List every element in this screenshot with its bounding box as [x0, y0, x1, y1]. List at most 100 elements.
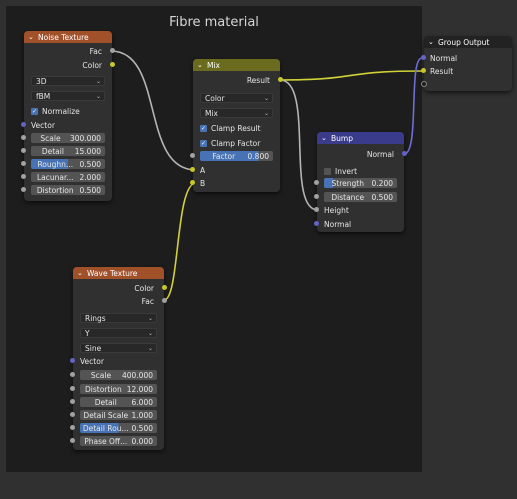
dropdown-value: Color	[205, 94, 225, 103]
input-result-label: Result	[430, 66, 454, 76]
socket-strength[interactable]	[314, 180, 319, 185]
socket-roughness[interactable]	[21, 161, 26, 166]
output-fac-label: Fac	[89, 46, 102, 56]
input-height-label: Height	[324, 205, 349, 215]
distance-field[interactable]: Distance 0.500	[324, 192, 397, 202]
socket-distance[interactable]	[314, 194, 319, 199]
node-title: Mix	[207, 60, 220, 70]
field-value: 6.000	[131, 397, 153, 407]
detail-roughness-field[interactable]: Detail Rou... 0.500	[80, 423, 157, 433]
node-title: Noise Texture	[38, 32, 89, 42]
field-label: Detail Rou...	[82, 423, 129, 433]
socket-vector[interactable]	[70, 358, 75, 363]
chevron-down-icon[interactable]: ⌄	[197, 61, 205, 69]
wave-texture-header[interactable]: ⌄ Wave Texture	[73, 267, 164, 279]
input-normal-label: Normal	[430, 53, 458, 63]
clamp-factor-checkbox[interactable]: ✓ Clamp Factor	[200, 139, 260, 148]
socket-scale[interactable]	[70, 372, 75, 377]
blend-mode-dropdown[interactable]: Mix ⌄	[200, 108, 273, 118]
field-value: 0.500	[79, 185, 101, 195]
mix-header[interactable]: ⌄ Mix	[193, 59, 280, 71]
field-label: Strength	[331, 178, 364, 188]
noise-texture-header[interactable]: ⌄ Noise Texture	[24, 31, 112, 43]
socket-color[interactable]	[162, 285, 167, 290]
wave-texture-node[interactable]: ⌄ Wave Texture Color Fac Rings ⌄ Y ⌄ Sine ⌄…	[70, 267, 167, 450]
socket-vector[interactable]	[21, 122, 26, 127]
socket-empty[interactable]	[421, 81, 427, 87]
group-output-node[interactable]: ⌄ Group Output Normal Result	[421, 36, 512, 91]
profile-dropdown[interactable]: Sine ⌄	[80, 343, 157, 353]
bump-node[interactable]: ⌄ Bump Normal Invert Strength 0.200 Dista…	[314, 132, 407, 232]
socket-lacunarity[interactable]	[21, 174, 26, 179]
socket-detail-scale[interactable]	[70, 412, 75, 417]
noise-type-dropdown[interactable]: fBM ⌄	[31, 91, 105, 101]
bump-header[interactable]: ⌄ Bump	[317, 132, 404, 144]
field-value: 15.000	[74, 146, 101, 156]
socket-distortion[interactable]	[70, 386, 75, 391]
field-label: Factor	[212, 151, 236, 161]
socket-a[interactable]	[190, 167, 195, 172]
dropdown-value: Mix	[205, 109, 218, 118]
dropdown-value: Y	[85, 329, 90, 338]
socket-detail[interactable]	[21, 148, 26, 153]
scale-field[interactable]: Scale 300.000	[31, 133, 105, 143]
data-type-dropdown[interactable]: Color ⌄	[200, 93, 273, 103]
socket-normal-in[interactable]	[314, 221, 319, 226]
socket-phase-offset[interactable]	[70, 438, 75, 443]
socket-b[interactable]	[190, 180, 195, 185]
chevron-down-icon: ⌄	[95, 93, 101, 100]
socket-detail[interactable]	[70, 399, 75, 404]
output-normal-label: Normal	[366, 149, 394, 159]
normalize-checkbox[interactable]: ✓ Normalize	[31, 107, 80, 116]
socket-distortion[interactable]	[21, 187, 26, 192]
distortion-field[interactable]: Distortion 12.000	[80, 384, 157, 394]
field-value: 0.500	[79, 159, 101, 169]
input-vector-label: Vector	[31, 120, 55, 130]
detail-scale-field[interactable]: Detail Scale 1.000	[80, 410, 157, 420]
mix-node[interactable]: ⌄ Mix Result Color ⌄ Mix ⌄ ✓ Clamp Result ✓…	[190, 59, 283, 192]
socket-color[interactable]	[110, 62, 115, 67]
socket-result[interactable]	[278, 77, 283, 82]
socket-fac[interactable]	[110, 48, 115, 53]
socket-normal-out[interactable]	[402, 151, 407, 156]
socket-fac[interactable]	[162, 298, 167, 303]
phase-offset-field[interactable]: Phase Off... 0.000	[80, 436, 157, 446]
checkbox-label: Clamp Factor	[211, 139, 261, 148]
socket-result[interactable]	[421, 68, 426, 73]
socket-detail-roughness[interactable]	[70, 425, 75, 430]
node-title: Bump	[331, 133, 353, 143]
scale-field[interactable]: Scale 400.000	[80, 370, 157, 380]
noise-texture-node[interactable]: ⌄ Noise Texture Fac Color 3D ⌄ fBM ⌄ ✓ Norm…	[21, 31, 115, 201]
factor-field[interactable]: Factor 0.800	[200, 151, 273, 161]
socket-factor[interactable]	[190, 153, 195, 158]
chevron-down-icon[interactable]: ⌄	[428, 38, 436, 46]
clamp-result-checkbox[interactable]: ✓ Clamp Result	[200, 124, 261, 133]
wave-type-dropdown[interactable]: Rings ⌄	[80, 313, 157, 323]
node-title: Wave Texture	[87, 268, 138, 278]
direction-dropdown[interactable]: Y ⌄	[80, 328, 157, 338]
socket-normal[interactable]	[421, 55, 426, 60]
dimensions-dropdown[interactable]: 3D ⌄	[31, 76, 105, 86]
output-result-label: Result	[246, 75, 270, 85]
distortion-field[interactable]: Distortion 0.500	[31, 185, 105, 195]
input-b-label: B	[200, 178, 206, 188]
lacunarity-field[interactable]: Lacunar... 2.000	[31, 172, 105, 182]
strength-field[interactable]: Strength 0.200	[324, 178, 397, 188]
chevron-down-icon[interactable]: ⌄	[28, 33, 36, 41]
detail-field[interactable]: Detail 6.000	[80, 397, 157, 407]
detail-field[interactable]: Detail 15.000	[31, 146, 105, 156]
socket-scale[interactable]	[21, 135, 26, 140]
chevron-down-icon[interactable]: ⌄	[321, 134, 329, 142]
field-label: Detail	[94, 397, 117, 407]
group-output-header[interactable]: ⌄ Group Output	[424, 36, 512, 48]
invert-checkbox[interactable]: Invert	[324, 167, 357, 176]
checkmark-icon: ✓	[31, 108, 38, 115]
field-value: 0.800	[247, 151, 269, 161]
roughness-field[interactable]: Roughn... 0.500	[31, 159, 105, 169]
field-label: Distortion	[36, 185, 74, 195]
chevron-down-icon[interactable]: ⌄	[77, 269, 85, 277]
dropdown-value: fBM	[36, 92, 51, 101]
socket-height[interactable]	[314, 207, 319, 212]
input-normal-label: Normal	[324, 219, 352, 229]
chevron-down-icon: ⌄	[263, 110, 269, 117]
